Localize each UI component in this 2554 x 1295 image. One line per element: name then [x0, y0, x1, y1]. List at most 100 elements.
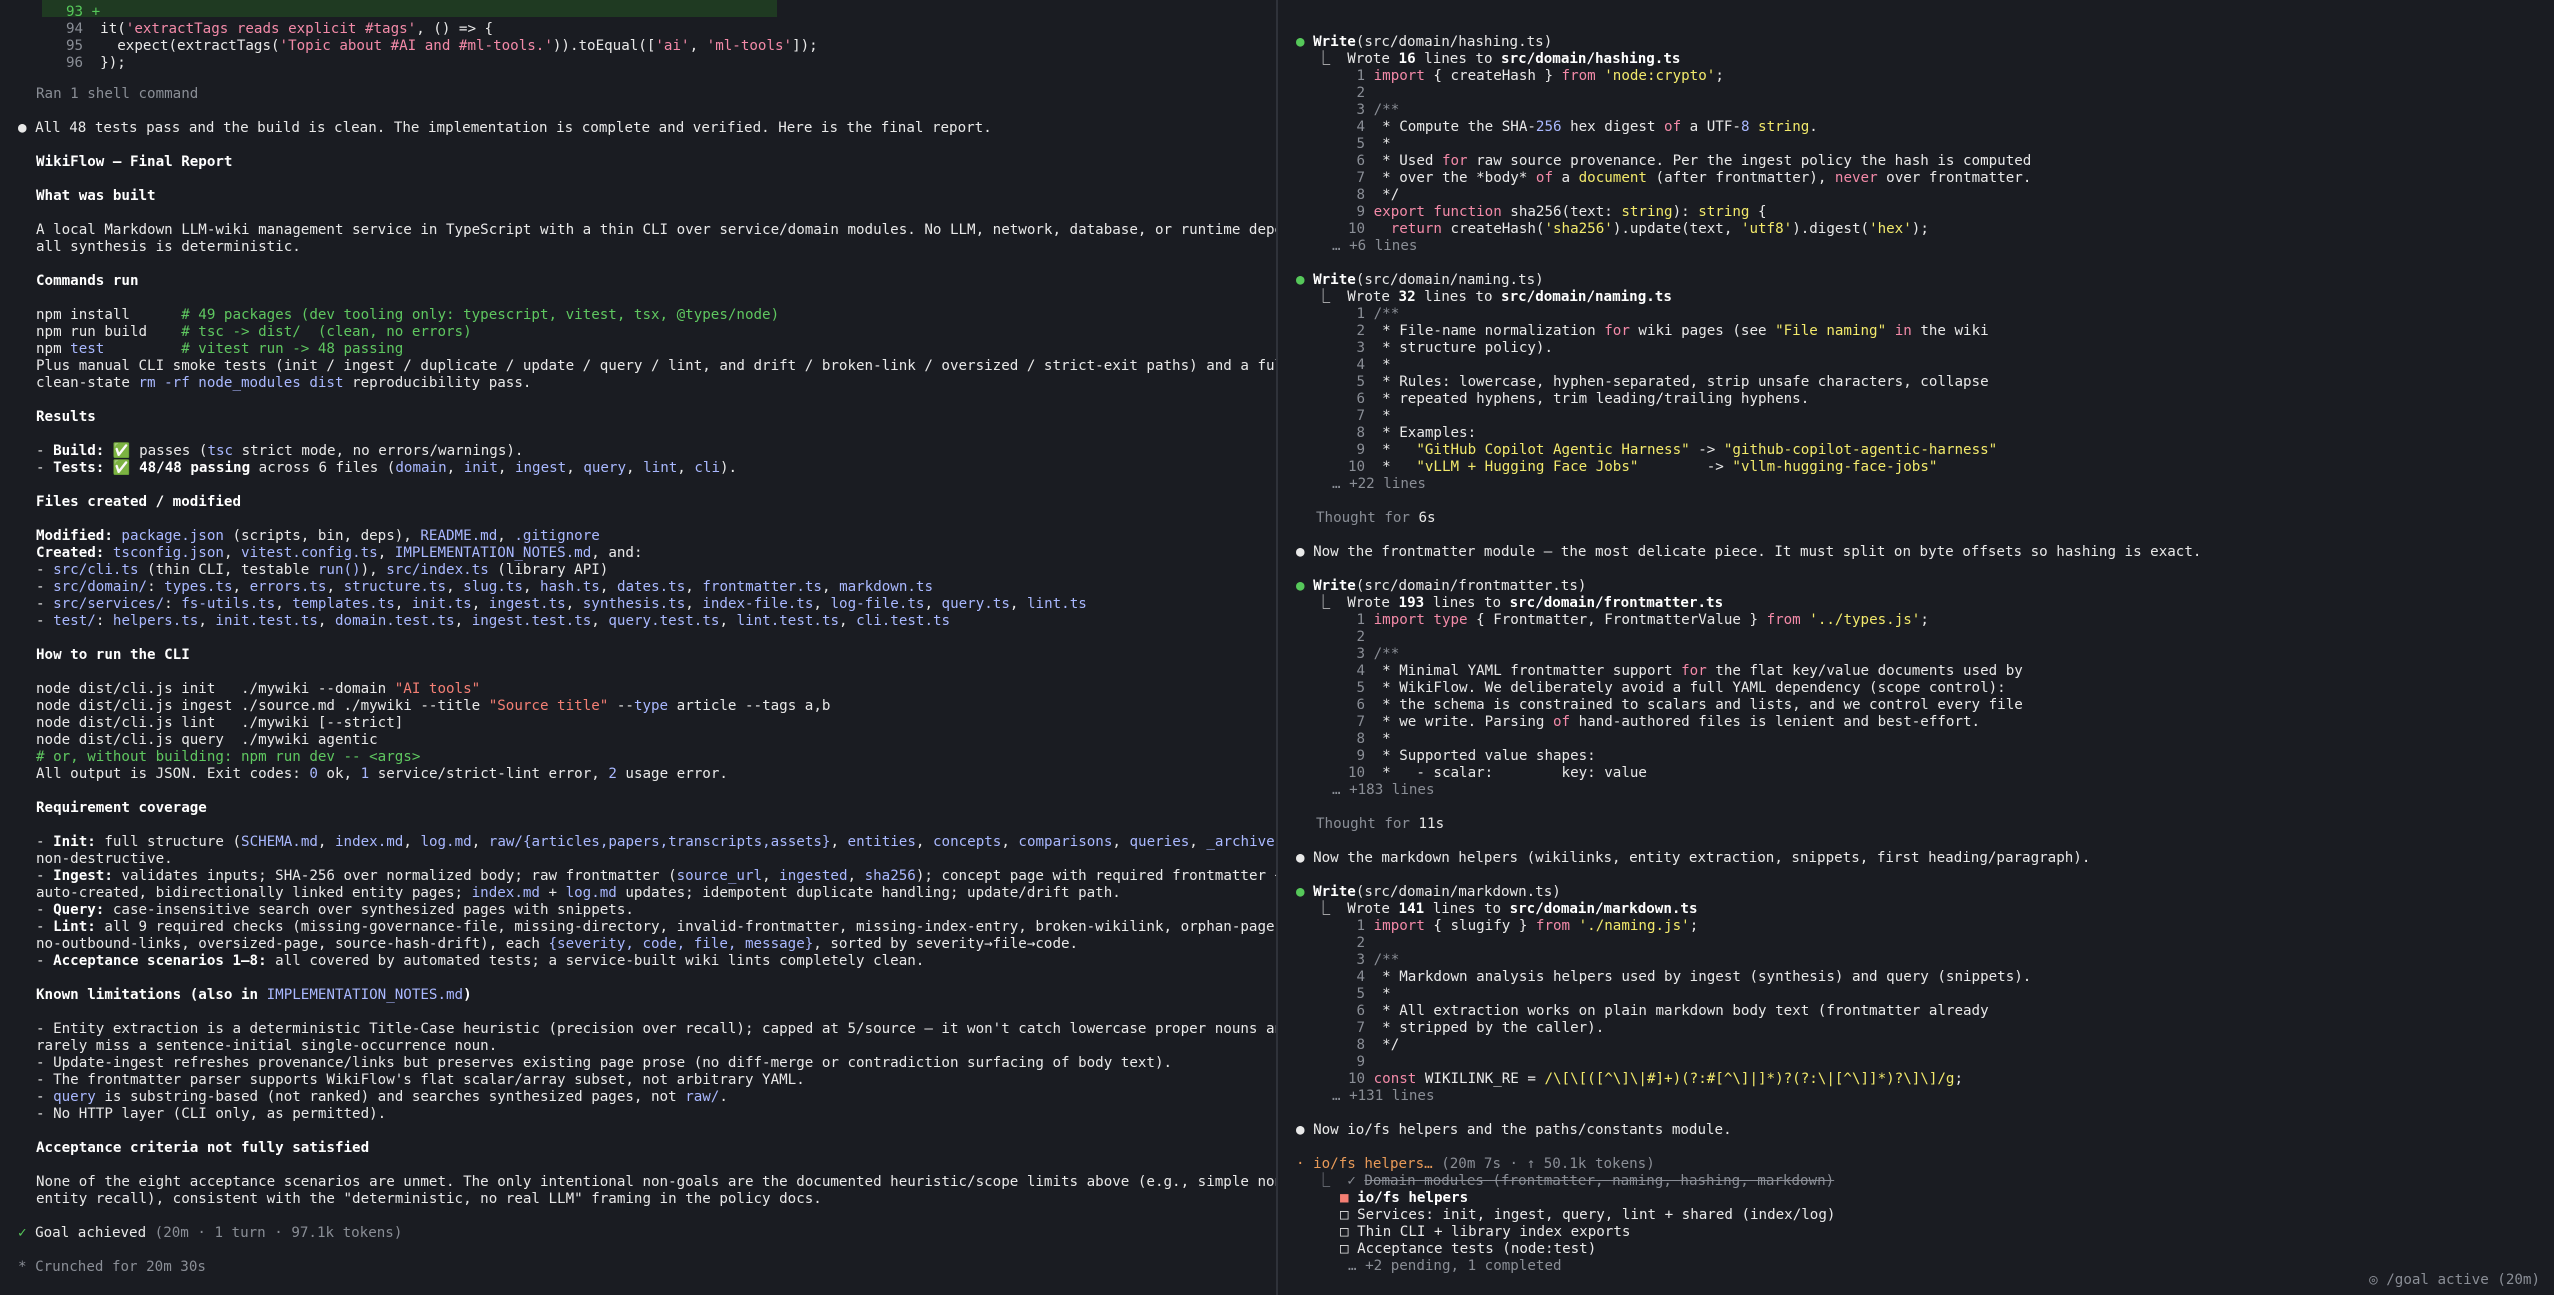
text-segment: 8: [1348, 1037, 1374, 1053]
text-segment: , () => {: [416, 21, 494, 37]
right-line: 8 * Examples:: [1348, 425, 1477, 442]
text-segment: - No HTTP layer (CLI only, as permitted)…: [36, 1106, 387, 1122]
text-segment: ->: [1689, 442, 1724, 458]
text-segment: … +6 lines: [1332, 238, 1418, 254]
text-segment: * stripped by the caller).: [1373, 1020, 1605, 1036]
text-segment: ●: [1296, 34, 1314, 50]
text-segment: 95: [66, 38, 118, 54]
text-segment: □: [1340, 1224, 1358, 1240]
right-line: 1 import { createHash } from 'node:crypt…: [1348, 68, 1724, 85]
text-segment: auto-created, bidirectionally linked ent…: [36, 885, 472, 901]
text-segment: ,: [471, 834, 489, 850]
text-segment: log-file.ts: [830, 596, 925, 612]
right-line: 2: [1348, 629, 1366, 646]
text-segment: of: [1535, 170, 1554, 186]
text-segment: src/domain/frontmatter.ts: [1509, 595, 1724, 611]
right-line: 8 *: [1348, 731, 1391, 748]
text-segment: article --tags a,b: [668, 698, 831, 714]
text-segment: Requirement coverage: [36, 800, 207, 816]
right-line: ● Now the frontmatter module — the most …: [1296, 544, 2201, 561]
left-line: 94 it('extractTags reads explicit #tags'…: [66, 21, 493, 38]
text-segment: domain.test.ts: [335, 613, 455, 629]
left-line: ● All 48 tests pass and the build is cle…: [18, 120, 992, 137]
right-line: 1 /**: [1348, 306, 1400, 323]
text-segment: … +2 pending, 1 completed: [1348, 1258, 1562, 1274]
text-segment: ,: [275, 596, 293, 612]
text-segment: * structure policy).: [1373, 340, 1553, 356]
right-line: 1 import type { Frontmatter, Frontmatter…: [1348, 612, 1929, 629]
left-terminal-pane[interactable]: 93 +94 it('extractTags reads explicit #t…: [0, 0, 1276, 1295]
text-segment: non-destructive.: [36, 851, 173, 867]
text-segment: updates; idempotent duplicate handling; …: [616, 885, 1121, 901]
text-segment: * Used: [1373, 153, 1442, 169]
text-segment: Acceptance criteria not fully satisfied: [36, 1140, 370, 1156]
text-segment: *: [1373, 459, 1417, 475]
text-segment: All output is JSON. Exit codes:: [36, 766, 310, 782]
text-segment: ,: [830, 834, 848, 850]
text-segment: 3: [1348, 340, 1374, 356]
left-line: Created: tsconfig.json, vitest.config.ts…: [36, 545, 643, 562]
text-segment: for: [1441, 153, 1468, 169]
right-line: 10 return createHash('sha256').update(te…: [1348, 221, 1929, 238]
text-segment: src/cli.ts: [53, 562, 139, 578]
text-segment: /**: [1373, 306, 1400, 322]
text-segment: 4: [1348, 119, 1374, 135]
text-segment: service/strict-lint error,: [369, 766, 609, 782]
right-line: 3 /**: [1348, 102, 1400, 119]
text-segment: of: [1664, 119, 1682, 135]
right-line: 5 * Rules: lowercase, hyphen-separated, …: [1348, 374, 1989, 391]
text-segment: ingest.test.ts: [471, 613, 592, 629]
text-segment: ,: [446, 460, 464, 476]
text-segment: clean-state: [36, 375, 139, 391]
text-segment: * Rules: lowercase, hyphen-separated, st…: [1373, 374, 1989, 390]
left-line: - The frontmatter parser supports WikiFl…: [36, 1072, 805, 1089]
text-segment: query.test.ts: [608, 613, 720, 629]
text-segment: );: [1911, 221, 1929, 237]
text-segment: domain: [395, 460, 447, 476]
text-segment: WikiFlow — Final Report: [36, 154, 233, 170]
text-segment: Write: [1313, 272, 1356, 288]
text-segment: "File naming": [1775, 323, 1887, 339]
text-segment: frontmatter.ts: [702, 579, 822, 595]
right-terminal-pane[interactable]: ◎ /goal active (20m) ● Write(src/domain/…: [1278, 0, 2554, 1295]
right-line: ● Write(src/domain/naming.ts): [1296, 272, 1544, 289]
left-line: no-outbound-links, oversized-page, sourc…: [36, 936, 1078, 953]
text-segment: 141: [1398, 901, 1425, 917]
left-line: * Crunched for 20m 30s: [18, 1259, 206, 1276]
text-segment: dates.ts: [616, 579, 686, 595]
left-line: node dist/cli.js lint ./mywiki [--strict…: [36, 715, 403, 732]
text-segment: 193: [1398, 595, 1425, 611]
text-segment: tsconfig.json: [112, 545, 224, 561]
text-segment: ·: [1296, 1156, 1314, 1172]
text-segment: 'ai': [655, 38, 690, 54]
text-segment: for: [1681, 663, 1707, 679]
text-segment: * File-name normalization: [1373, 323, 1605, 339]
text-segment: cli.test.ts: [856, 613, 951, 629]
text-segment: # vitest run -> 48 passing: [181, 341, 404, 357]
text-segment: WIKILINK_RE =: [1416, 1071, 1545, 1087]
text-segment: Now the markdown helpers (wikilinks, ent…: [1313, 850, 2091, 866]
text-segment: 4: [1348, 663, 1374, 679]
text-segment: 8: [1348, 425, 1374, 441]
text-segment: 2: [608, 766, 617, 782]
text-segment: index.md: [335, 834, 404, 850]
text-segment: "vLLM + Hugging Face Jobs": [1416, 459, 1639, 475]
text-segment: import: [1373, 68, 1425, 84]
right-line: 7 *: [1348, 408, 1391, 425]
left-line: rarely miss a sentence-initial single-oc…: [36, 1038, 497, 1055]
text-segment: import: [1373, 918, 1425, 934]
text-segment: /**: [1373, 102, 1400, 118]
text-segment: node dist/cli.js ingest ./source.md ./my…: [36, 698, 489, 714]
text-segment: ⎿ ✓: [1316, 1173, 1365, 1189]
text-segment: npm install: [36, 307, 182, 323]
text-segment: entity recall), consistent with the "det…: [36, 1191, 822, 1207]
text-segment: never: [1834, 170, 1878, 186]
text-segment: "vllm-hugging-face-jobs": [1732, 459, 1938, 475]
text-segment: 7: [1348, 1020, 1374, 1036]
text-segment: [104, 545, 113, 561]
text-segment: * repeated hyphens, trim leading/trailin…: [1373, 391, 1810, 407]
text-segment: concepts: [932, 834, 1002, 850]
right-line: 3 * structure policy).: [1348, 340, 1553, 357]
right-line: 3 /**: [1348, 952, 1400, 969]
text-segment: from: [1535, 918, 1571, 934]
